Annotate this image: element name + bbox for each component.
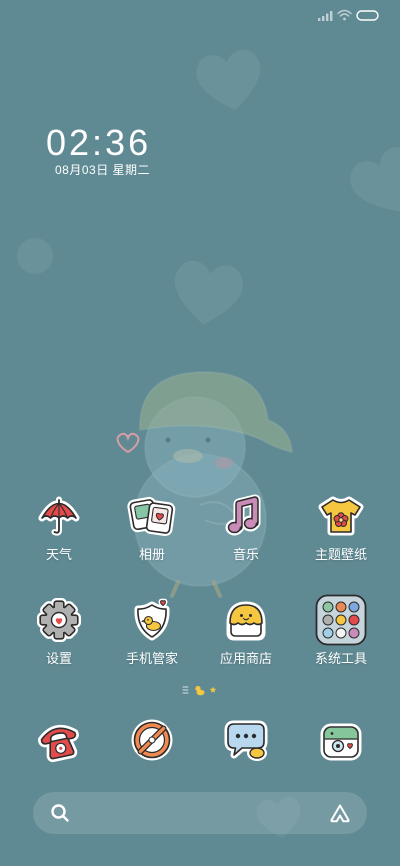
duck-page-icon (194, 685, 205, 696)
app-store[interactable]: 应用商店 (201, 594, 291, 668)
signal-icon (318, 11, 333, 21)
app-label: 天气 (45, 547, 72, 562)
app-label: 主题壁纸 (314, 547, 367, 562)
app-label: 音乐 (232, 547, 259, 562)
dock-camera[interactable] (296, 714, 386, 766)
app-label: 系统工具 (314, 651, 367, 666)
app-gallery[interactable]: 相册 (107, 490, 197, 564)
wallpaper-heart (174, 260, 243, 325)
umbrella-icon (33, 490, 85, 542)
app-label: 相册 (138, 547, 165, 562)
store-bag-icon (220, 594, 272, 646)
wallpaper-dot (17, 238, 53, 274)
dock-phone[interactable] (14, 714, 104, 766)
app-settings[interactable]: 设置 (14, 594, 104, 668)
folder-icon (315, 594, 367, 646)
camera-icon (315, 714, 367, 766)
wallpaper-small-heart (116, 432, 140, 454)
search-bar[interactable] (33, 792, 367, 834)
battery-icon (356, 10, 379, 21)
phone-icon (33, 714, 85, 766)
app-weather[interactable]: 天气 (14, 490, 104, 564)
tshirt-icon (315, 490, 367, 542)
clock-time[interactable]: 02:36 (46, 125, 151, 161)
wallpaper-heart (350, 147, 400, 212)
shield-duck-icon (126, 594, 178, 646)
app-label: 应用商店 (219, 651, 272, 666)
home-screen: 02:36 08月03日 星期二 天气 相册 音乐 主题壁纸 设置 手机管家 应… (0, 0, 400, 866)
search-icon[interactable] (50, 803, 70, 823)
messages-icon (220, 714, 272, 766)
clock-date[interactable]: 08月03日 星期二 (55, 163, 150, 177)
wallpaper-heart (196, 49, 261, 110)
browser-icon (126, 714, 178, 766)
gear-icon (33, 594, 85, 646)
dock-browser[interactable] (107, 714, 197, 766)
app-security[interactable]: 手机管家 (107, 594, 197, 668)
app-music[interactable]: 音乐 (201, 490, 291, 564)
music-note-icon (220, 490, 272, 542)
app-label: 手机管家 (125, 651, 178, 666)
dock-messages[interactable] (201, 714, 291, 766)
assistant-icon[interactable] (329, 803, 351, 823)
star-page-icon (209, 686, 217, 693)
photo-frames-icon (126, 490, 178, 542)
app-folder-system-tools[interactable]: 系统工具 (296, 594, 386, 668)
wifi-icon (337, 9, 352, 21)
feed-page-icon (182, 686, 189, 694)
app-label: 设置 (45, 651, 72, 666)
app-themes[interactable]: 主题壁纸 (296, 490, 386, 564)
page-indicator[interactable] (181, 683, 219, 697)
